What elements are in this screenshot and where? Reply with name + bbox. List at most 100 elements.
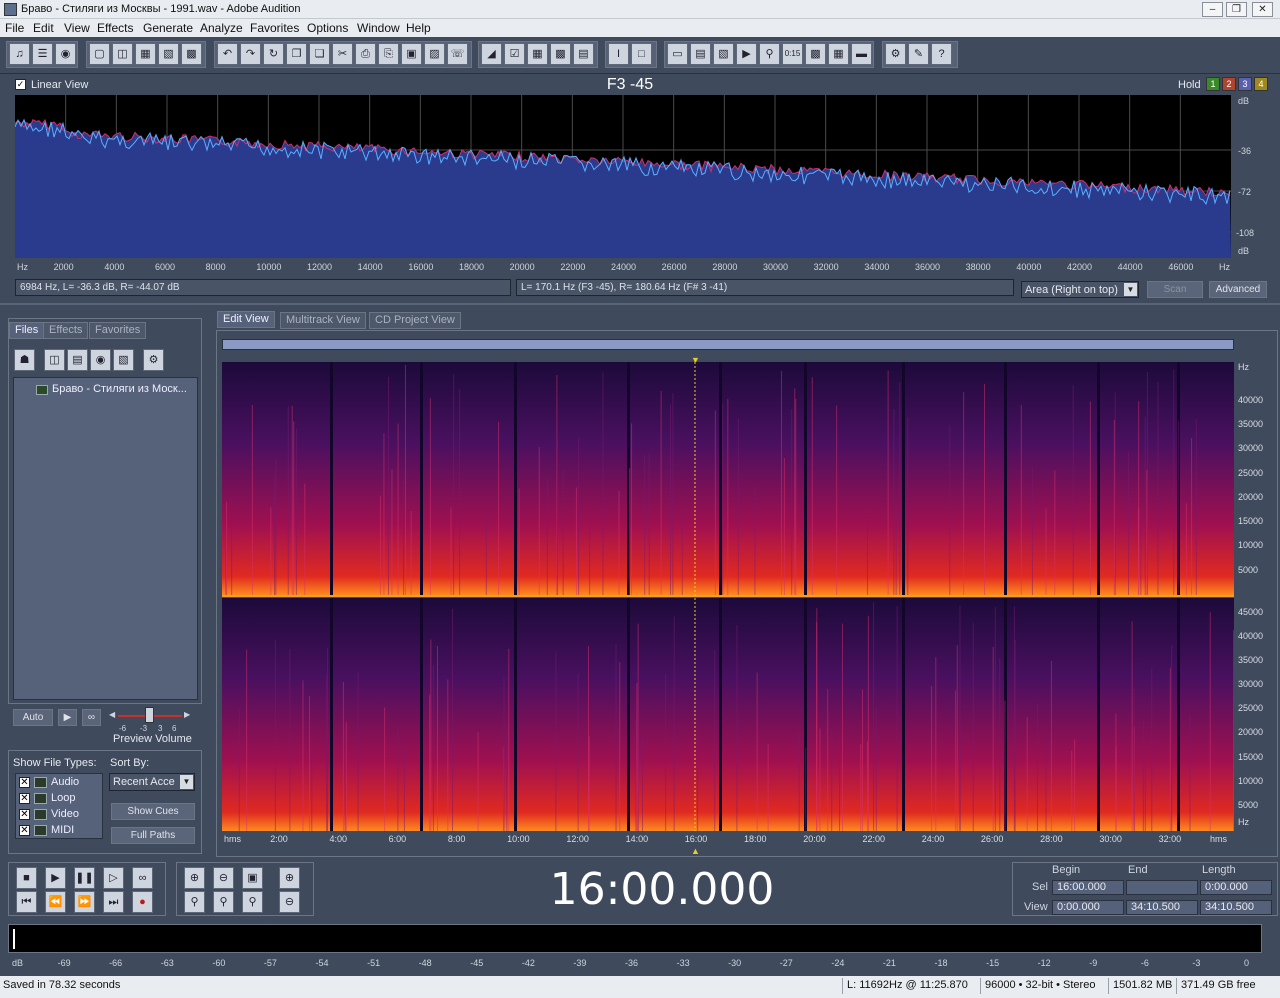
- tab-edit-view[interactable]: Edit View: [217, 311, 275, 328]
- repeat-icon[interactable]: ↻: [263, 43, 284, 65]
- frequency-plot[interactable]: [14, 95, 1231, 258]
- copy-icon[interactable]: ❐: [286, 43, 307, 65]
- slider-right-arrow-icon[interactable]: ▶: [184, 710, 190, 719]
- phone-icon[interactable]: ☏: [447, 43, 468, 65]
- checkbox-icon[interactable]: ☑: [504, 43, 525, 65]
- save-all-icon[interactable]: ▩: [181, 43, 202, 65]
- tab-cd-project-view[interactable]: CD Project View: [369, 312, 461, 329]
- trim-icon[interactable]: ▨: [424, 43, 445, 65]
- chevron-down-icon[interactable]: ▼: [180, 775, 193, 789]
- close-button[interactable]: ✕: [1252, 2, 1273, 17]
- file-type-checkbox[interactable]: ✕: [19, 777, 30, 788]
- play-window-icon[interactable]: ▶: [736, 43, 757, 65]
- grid-green-icon[interactable]: ▤: [573, 43, 594, 65]
- file-type-checkbox[interactable]: ✕: [19, 825, 30, 836]
- menu-generate[interactable]: Generate: [143, 21, 193, 35]
- window-3-icon[interactable]: ▧: [713, 43, 734, 65]
- lock-icon[interactable]: ☗: [14, 349, 35, 371]
- file-type-checkbox[interactable]: ✕: [19, 809, 30, 820]
- view-end-field[interactable]: 34:10.500: [1126, 900, 1198, 915]
- menu-options[interactable]: Options: [307, 21, 348, 35]
- hold-button-3[interactable]: 3: [1238, 77, 1252, 91]
- playhead-bottom-marker-icon[interactable]: ▲: [691, 846, 700, 856]
- close-file-icon[interactable]: ▧: [113, 349, 134, 371]
- hold-button-2[interactable]: 2: [1222, 77, 1236, 91]
- overview-bar[interactable]: [222, 339, 1234, 350]
- zoom-out-vertical-icon[interactable]: ⊖: [279, 891, 300, 913]
- zoom-out-horizontal-icon[interactable]: ⊖: [213, 867, 234, 889]
- tab-effects[interactable]: Effects: [43, 322, 89, 339]
- play-icon[interactable]: ▶: [45, 867, 66, 889]
- zoom-full-icon[interactable]: ▣: [242, 867, 263, 889]
- zoom-in-vertical-icon[interactable]: ⊕: [279, 867, 300, 889]
- view-begin-field[interactable]: 0:00.000: [1052, 900, 1124, 915]
- time-window-icon[interactable]: 0:15: [782, 43, 803, 65]
- loop-icon[interactable]: ∞: [132, 867, 153, 889]
- settings-icon[interactable]: ⚙: [885, 43, 906, 65]
- auto-button[interactable]: Auto: [13, 709, 53, 726]
- zoom-left-icon[interactable]: ⚲: [184, 891, 205, 913]
- redo-icon[interactable]: ↷: [240, 43, 261, 65]
- undo-icon[interactable]: ↶: [217, 43, 238, 65]
- stop-icon[interactable]: ■: [16, 867, 37, 889]
- menu-effects[interactable]: Effects: [97, 21, 133, 35]
- window-2-icon[interactable]: ▤: [690, 43, 711, 65]
- full-paths-button[interactable]: Full Paths: [111, 827, 195, 844]
- menu-analyze[interactable]: Analyze: [200, 21, 243, 35]
- play-to-end-icon[interactable]: ▷: [103, 867, 124, 889]
- file-item[interactable]: Браво - Стиляги из Моск...: [52, 383, 187, 395]
- spectral-display[interactable]: [222, 362, 1234, 831]
- edit-view-icon[interactable]: ♫: [9, 43, 30, 65]
- view-length-field[interactable]: 34:10.500: [1200, 900, 1272, 915]
- rewind-icon[interactable]: ⏪: [45, 891, 66, 913]
- linear-view-checkbox[interactable]: ✓: [15, 79, 26, 90]
- file-type-checkbox[interactable]: ✕: [19, 793, 30, 804]
- menu-file[interactable]: File: [5, 21, 24, 35]
- sel-length-field[interactable]: 0:00.000: [1200, 880, 1272, 895]
- spectral-view-icon[interactable]: ◢: [481, 43, 502, 65]
- levels-window-icon[interactable]: ▩: [805, 43, 826, 65]
- mix-paste-icon[interactable]: ▣: [401, 43, 422, 65]
- grid-alt-icon[interactable]: ▩: [550, 43, 571, 65]
- sort-select[interactable]: Recent Acce ▼: [109, 773, 195, 791]
- record-icon[interactable]: ●: [132, 891, 153, 913]
- zoom-right-icon[interactable]: ⚲: [213, 891, 234, 913]
- zoom-in-horizontal-icon[interactable]: ⊕: [184, 867, 205, 889]
- file-settings-icon[interactable]: ⚙: [143, 349, 164, 371]
- sel-begin-field[interactable]: 16:00.000: [1052, 880, 1124, 895]
- script-icon[interactable]: ✎: [908, 43, 929, 65]
- new-file-icon[interactable]: ▢: [89, 43, 110, 65]
- preview-volume-slider[interactable]: ◀ ▶: [109, 707, 190, 723]
- splitter[interactable]: [0, 303, 1280, 305]
- show-cues-button[interactable]: Show Cues: [111, 803, 195, 820]
- scan-button[interactable]: Scan: [1147, 281, 1203, 298]
- loop-preview-icon[interactable]: ∞: [82, 709, 101, 726]
- multitrack-icon[interactable]: ☰: [32, 43, 53, 65]
- save-as-icon[interactable]: ▧: [158, 43, 179, 65]
- hold-button-1[interactable]: 1: [1206, 77, 1220, 91]
- area-select[interactable]: Area (Right on top) ▼: [1021, 281, 1139, 298]
- time-selection-icon[interactable]: I: [608, 43, 629, 65]
- paste-icon[interactable]: ⎙: [355, 43, 376, 65]
- open-folder-icon[interactable]: ◫: [112, 43, 133, 65]
- cd-icon[interactable]: ◉: [55, 43, 76, 65]
- grid-icon[interactable]: ▦: [527, 43, 548, 65]
- color-window-icon[interactable]: ▦: [828, 43, 849, 65]
- cd-import-icon[interactable]: ◉: [90, 349, 111, 371]
- pause-icon[interactable]: ❚❚: [74, 867, 95, 889]
- menu-favorites[interactable]: Favorites: [250, 21, 299, 35]
- slider-thumb[interactable]: [145, 707, 154, 723]
- help-icon[interactable]: ?: [931, 43, 952, 65]
- menu-view[interactable]: View: [64, 21, 90, 35]
- copy-new-icon[interactable]: ❏: [309, 43, 330, 65]
- marquee-icon[interactable]: □: [631, 43, 652, 65]
- go-to-start-icon[interactable]: ⏮: [16, 891, 37, 913]
- paste-new-icon[interactable]: ⎘: [378, 43, 399, 65]
- status-window-icon[interactable]: ▬: [851, 43, 872, 65]
- tab-favorites[interactable]: Favorites: [89, 322, 147, 339]
- fast-forward-icon[interactable]: ⏩: [74, 891, 95, 913]
- hold-button-4[interactable]: 4: [1254, 77, 1268, 91]
- tab-files[interactable]: Files: [9, 322, 45, 339]
- zoom-selection-icon[interactable]: ⚲: [242, 891, 263, 913]
- sel-end-field[interactable]: [1126, 880, 1198, 895]
